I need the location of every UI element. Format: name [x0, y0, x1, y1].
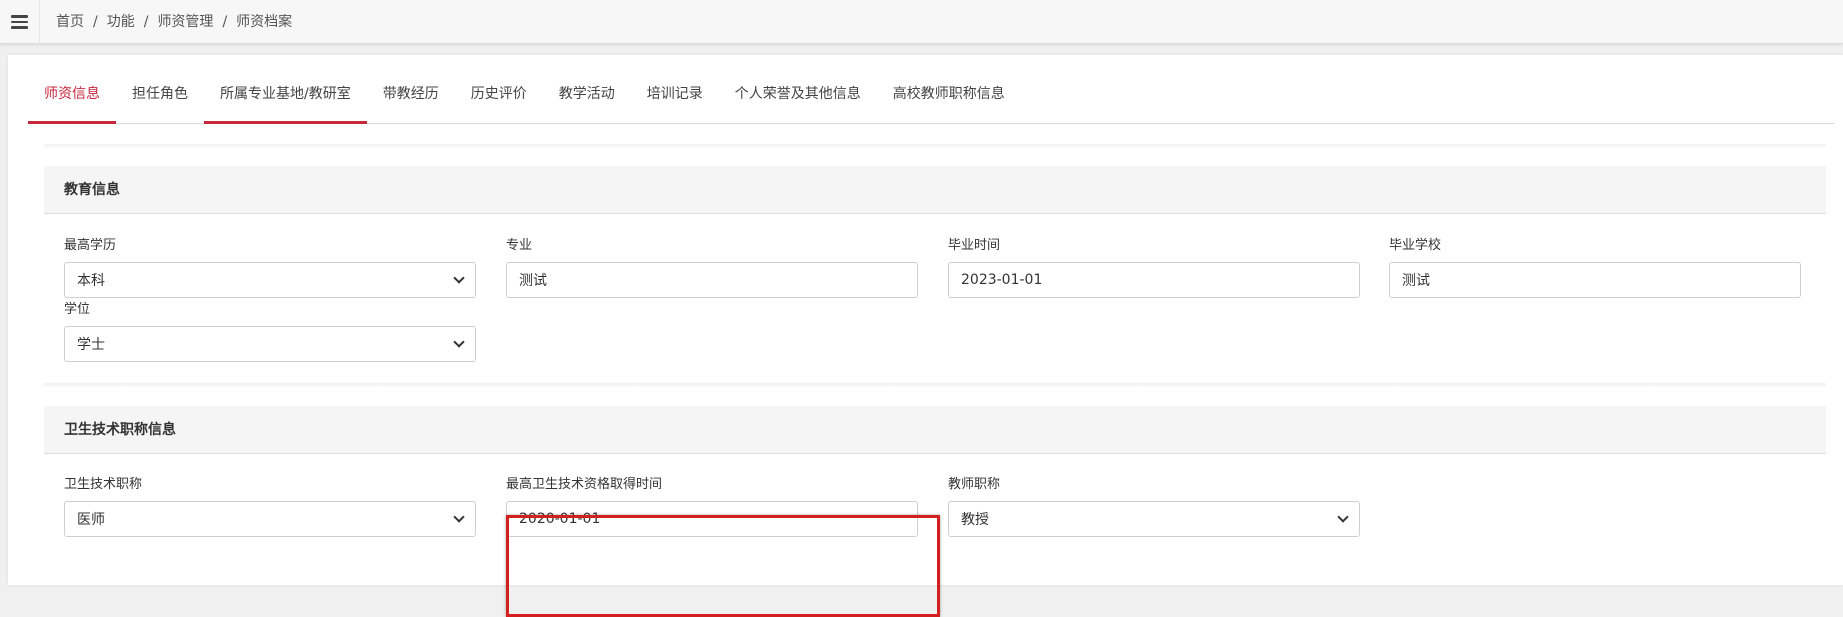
- academic-degree-field: 学位 学士: [64, 300, 476, 362]
- section-divider: [44, 144, 1826, 148]
- teacher-title-label: 教师职称: [948, 477, 1001, 492]
- breadcrumb-teacher-archive: 师资档案: [236, 14, 293, 30]
- hamburger-icon: [11, 20, 28, 24]
- teacher-title-value: 教授: [961, 512, 989, 528]
- tab-teaching-activity[interactable]: 教学活动: [543, 54, 631, 123]
- tech-title-value: 医师: [77, 512, 105, 528]
- major-input[interactable]: [506, 262, 918, 298]
- breadcrumb-teacher-management[interactable]: 师资管理: [157, 14, 213, 30]
- tech-title-select[interactable]: 医师: [64, 501, 476, 537]
- graduation-date-field: 毕业时间: [948, 236, 1360, 298]
- teacher-title-select[interactable]: 教授: [948, 501, 1360, 537]
- tab-teaching-experience[interactable]: 带教经历: [367, 54, 455, 123]
- breadcrumb-separator: /: [143, 14, 149, 30]
- graduation-date-label: 毕业时间: [948, 238, 1001, 253]
- chevron-down-icon: [453, 336, 465, 348]
- highest-degree-select[interactable]: 本科: [64, 262, 476, 298]
- tab-teacher-info[interactable]: 师资信息: [28, 54, 116, 124]
- chevron-down-icon: [1337, 511, 1349, 523]
- breadcrumb-separator: /: [222, 14, 228, 30]
- tab-bar: 师资信息 担任角色 所属专业基地/教研室 带教经历 历史评价 教学活动 培训记录…: [28, 55, 1834, 124]
- qualification-date-label: 最高卫生技术资格取得时间: [506, 477, 663, 492]
- major-field: 专业: [506, 236, 918, 298]
- main-card: 师资信息 担任角色 所属专业基地/教研室 带教经历 历史评价 教学活动 培训记录…: [8, 55, 1843, 617]
- health-title-section-header: 卫生技术职称信息: [44, 406, 1826, 454]
- qualification-date-field: 最高卫生技术资格取得时间: [506, 475, 918, 537]
- education-section-title: 教育信息: [64, 182, 120, 198]
- graduation-school-input[interactable]: [1389, 262, 1801, 298]
- chevron-down-icon: [453, 511, 465, 523]
- academic-degree-select[interactable]: 学士: [64, 326, 476, 362]
- highest-degree-label: 最高学历: [64, 238, 117, 253]
- top-bar: 首页 / 功能 / 师资管理 / 师资档案: [0, 0, 1843, 44]
- breadcrumb: 首页 / 功能 / 师资管理 / 师资档案: [56, 0, 292, 44]
- education-section-header: 教育信息: [44, 166, 1826, 214]
- tab-history-evaluation[interactable]: 历史评价: [455, 54, 543, 123]
- tab-base-department[interactable]: 所属专业基地/教研室: [204, 54, 367, 124]
- hamburger-icon: [11, 26, 28, 29]
- menu-toggle-button[interactable]: [0, 0, 40, 44]
- tab-roles[interactable]: 担任角色: [116, 54, 204, 123]
- breadcrumb-separator: /: [93, 14, 98, 30]
- major-label: 专业: [506, 238, 533, 253]
- graduation-date-input[interactable]: [948, 262, 1360, 298]
- breadcrumb-home[interactable]: 首页: [56, 14, 84, 30]
- breadcrumb-function[interactable]: 功能: [107, 14, 135, 30]
- highest-degree-value: 本科: [77, 273, 105, 289]
- academic-degree-value: 学士: [77, 337, 105, 353]
- hamburger-icon: [11, 15, 28, 18]
- health-title-section-title: 卫生技术职称信息: [64, 422, 176, 438]
- highest-degree-field: 最高学历 本科: [64, 236, 476, 298]
- tech-title-label: 卫生技术职称: [64, 477, 143, 492]
- tech-title-field: 卫生技术职称 医师: [64, 475, 476, 537]
- section-divider: [44, 383, 1826, 387]
- tab-honors-other[interactable]: 个人荣誉及其他信息: [719, 54, 877, 123]
- graduation-school-field: 毕业学校: [1389, 236, 1801, 298]
- teacher-title-field: 教师职称 教授: [948, 475, 1360, 537]
- graduation-school-label: 毕业学校: [1389, 238, 1442, 253]
- qualification-date-input[interactable]: [506, 501, 918, 537]
- tab-college-title[interactable]: 高校教师职称信息: [877, 54, 1021, 123]
- academic-degree-label: 学位: [64, 302, 91, 317]
- chevron-down-icon: [453, 272, 465, 284]
- tab-training-records[interactable]: 培训记录: [631, 54, 719, 123]
